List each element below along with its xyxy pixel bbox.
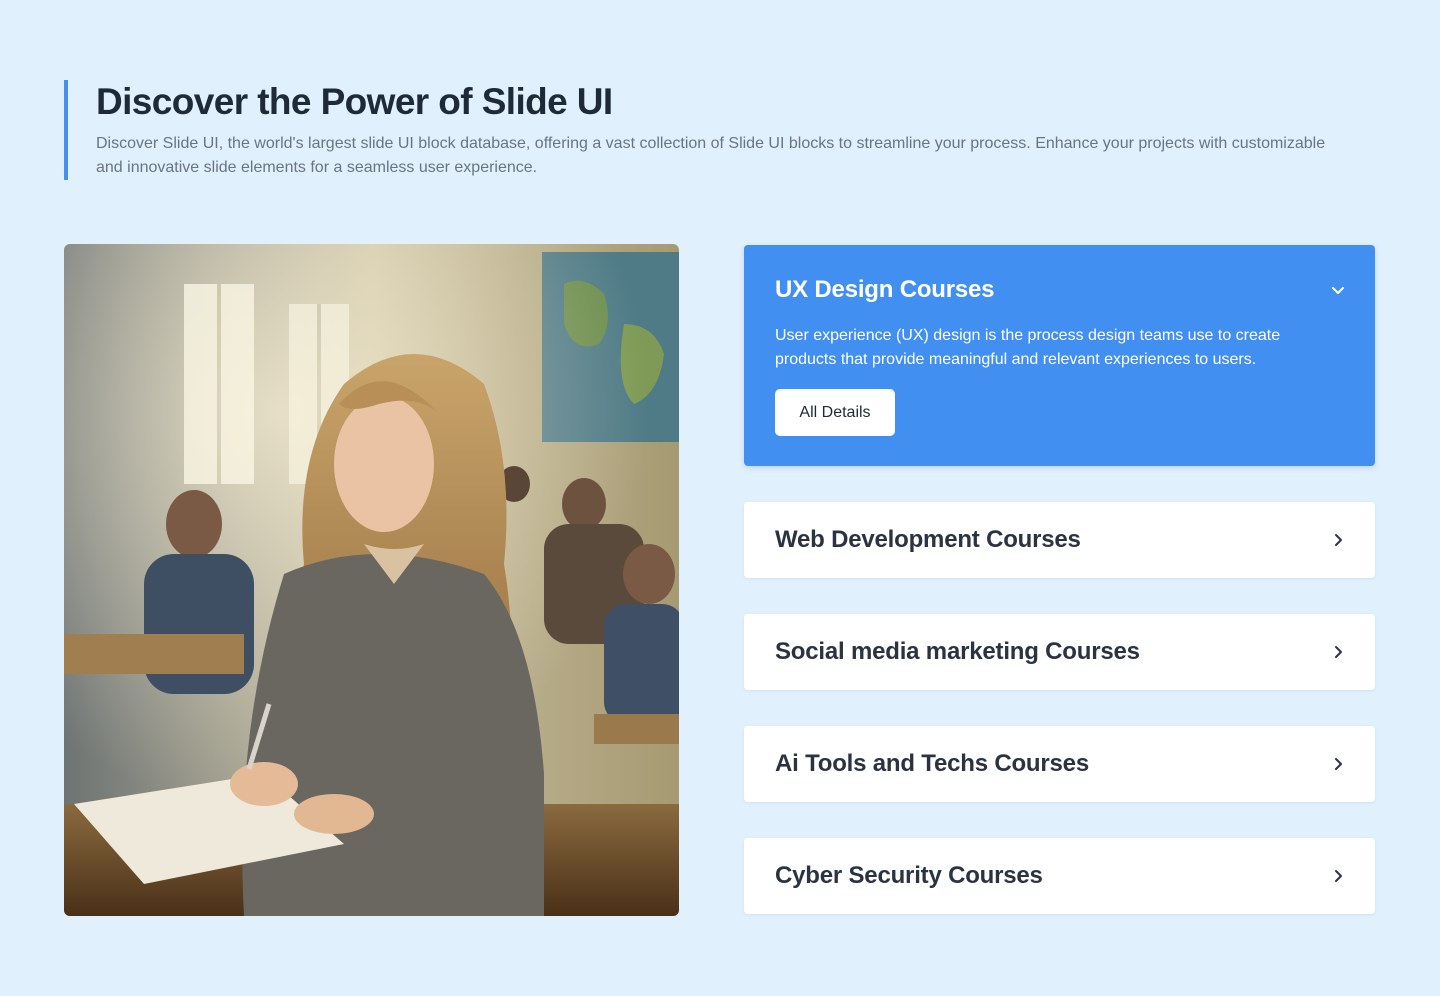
accordion-item-title: UX Design Courses (775, 276, 995, 303)
course-accordion: UX Design Courses User experience (UX) d… (744, 245, 1375, 950)
accordion-item-description: User experience (UX) design is the proce… (775, 327, 1281, 368)
chevron-right-icon[interactable] (1331, 757, 1345, 771)
chevron-down-icon[interactable] (1331, 283, 1345, 297)
chevron-right-icon[interactable] (1331, 645, 1345, 659)
accordion-item-title: Social media marketing Courses (775, 638, 1140, 665)
accordion-item-ux-design[interactable]: UX Design Courses User experience (UX) d… (744, 245, 1375, 466)
accordion-item-title: Cyber Security Courses (775, 862, 1043, 889)
accordion-item-ai-tools[interactable]: Ai Tools and Techs Courses (744, 726, 1375, 802)
chevron-right-icon[interactable] (1331, 869, 1345, 883)
accordion-item-social-media-marketing[interactable]: Social media marketing Courses (744, 614, 1375, 690)
chevron-right-icon[interactable] (1331, 533, 1345, 547)
accordion-item-web-development[interactable]: Web Development Courses (744, 502, 1375, 578)
page-description: Discover Slide UI, the world's largest s… (96, 135, 1326, 176)
accordion-item-title: Web Development Courses (775, 526, 1081, 553)
accordion-item-title: Ai Tools and Techs Courses (775, 750, 1089, 777)
page-title: Discover the Power of Slide UI (96, 81, 613, 122)
section-header: Discover the Power of Slide UI Discover … (64, 80, 1326, 180)
accordion-item-cyber-security[interactable]: Cyber Security Courses (744, 838, 1375, 914)
all-details-button[interactable]: All Details (775, 389, 895, 436)
classroom-photo (64, 244, 679, 916)
